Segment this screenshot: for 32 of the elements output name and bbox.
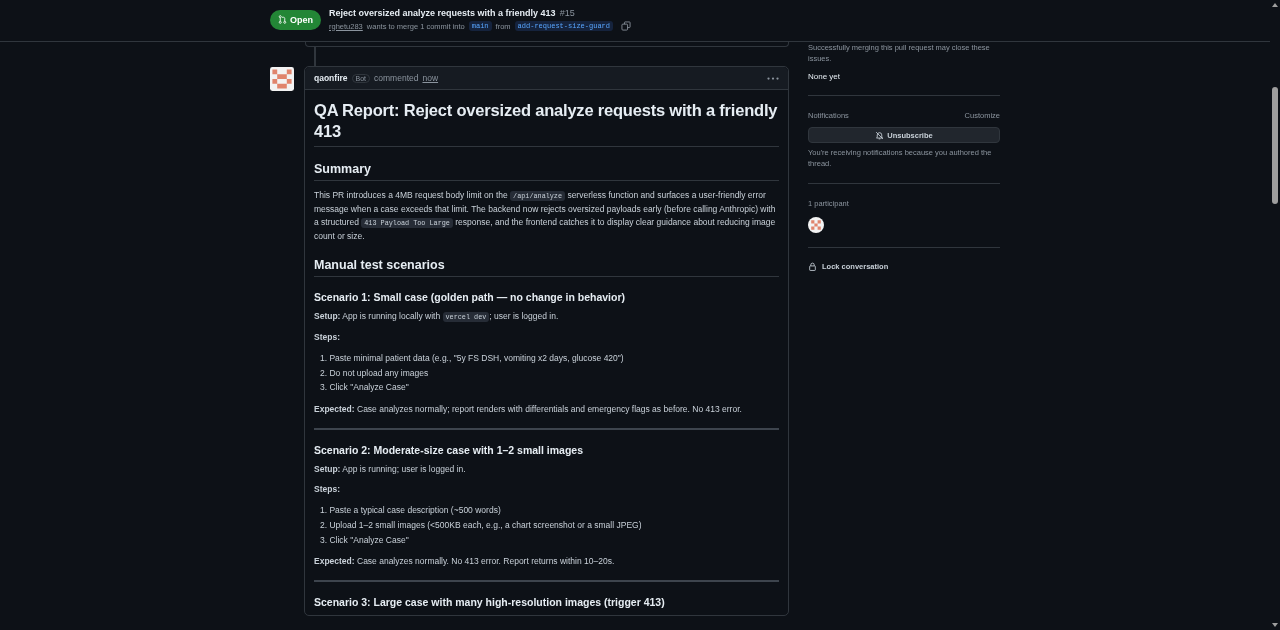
report-heading: QA Report: Reject oversized analyze requests with a friendly 413 [314,100,779,147]
step-item: 3. Click "Analyze Case" [320,533,410,547]
participant-avatar-icon[interactable] [808,217,824,233]
paragraph: Expected: Case analyzes normally. No 413 error. Report returns within 10–20s. [314,555,616,569]
bell-off-icon [875,130,885,140]
lock-icon [808,262,817,271]
comment-author[interactable]: qaonfire [314,73,348,83]
step-item: 2. Upload 1–2 small images (<500KB each, e.g., a chart screenshot or a small JPEG) [320,518,643,532]
step-item: 1. Paste minimal patient data (e.g., "5y FS DSH, vomiting x2 days, glucose 420") [320,352,625,365]
paragraph: Setup: App is running; user is logged in. [314,463,467,477]
pull-request-icon [278,15,287,24]
steps-label: Steps: [314,332,341,342]
step-item: 1. Paste a typical case description (~500 words) [320,504,502,518]
open-state-label: Open [270,9,321,30]
steps-label: Steps: [314,484,341,495]
scenario-heading: Scenario 3: Large case with many high-resolution images (trigger 413) [314,596,666,609]
scenario-heading: Scenario 1: Small case (golden path — no change in behavior) [314,291,626,303]
pull-request-number: #15 [559,8,575,18]
comment-time-link[interactable]: now [422,73,439,83]
comment-action: commented [374,73,419,83]
pull-request-title: Reject oversized analyze requests with a friendly 413 [329,8,556,18]
avatar-icon [270,67,294,91]
more-options-icon[interactable] [767,76,779,80]
issues-value: None yet [808,72,842,81]
step-item: 2. Do not upload any images [320,366,430,380]
scenario-heading: Scenario 2: Moderate-size case with 1–2 small images [314,444,585,457]
copy-icon[interactable] [621,21,631,31]
section-heading: Summary [314,162,779,181]
step-item: 3. Click "Analyze Case" [320,381,410,395]
paragraph: Expected: Case analyzes normally; report renders with differentials and emergency flags as before. No 413 error. [314,403,743,417]
section-heading: Manual test scenarios [314,258,779,277]
scrollbar[interactable] [1270,0,1280,630]
